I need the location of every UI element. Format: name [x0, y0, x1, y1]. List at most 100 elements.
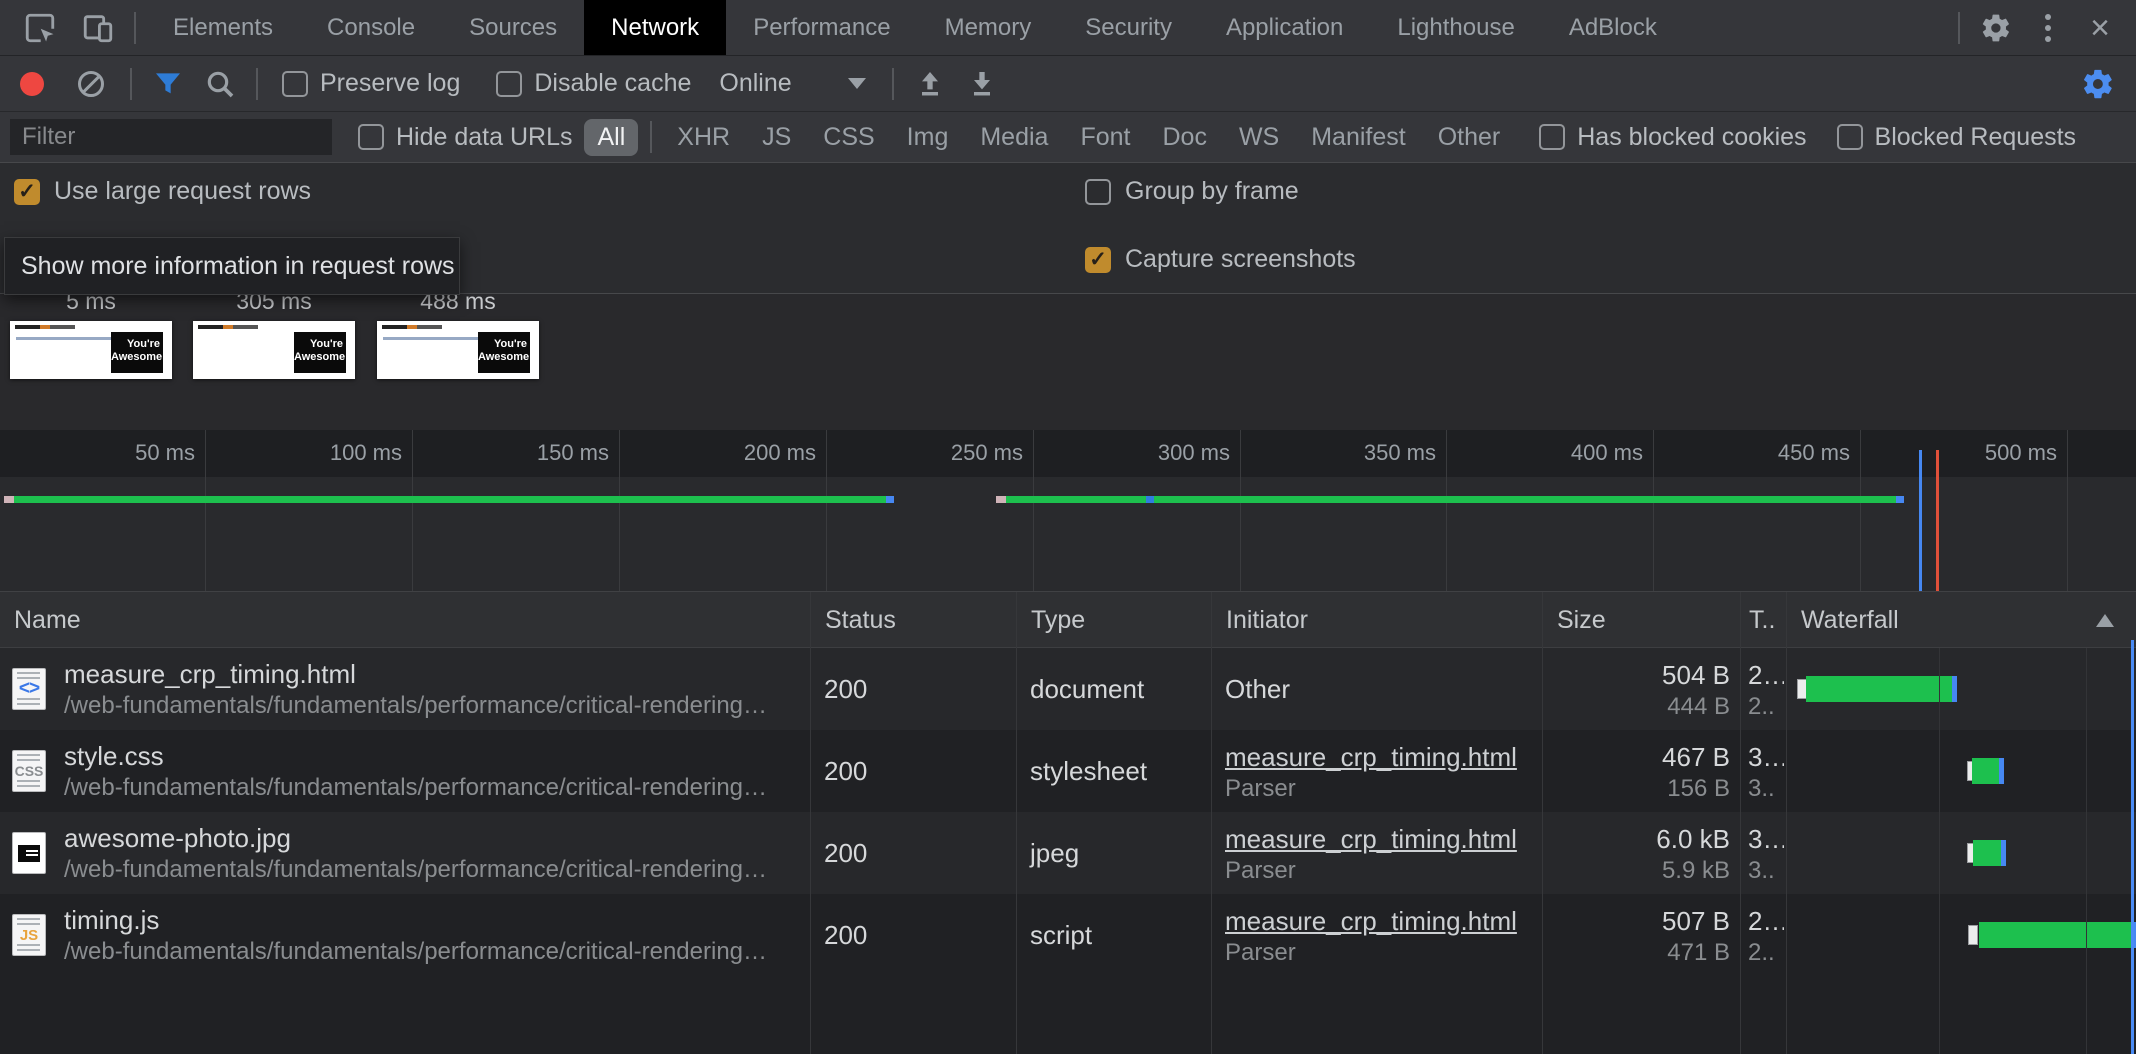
waterfall-gridline [2086, 648, 2087, 1054]
network-overview[interactable]: 50 ms100 ms150 ms200 ms250 ms300 ms350 m… [0, 430, 2136, 592]
resource-type-pill-manifest[interactable]: Manifest [1298, 119, 1418, 156]
request-name[interactable]: awesome-photo.jpg [64, 821, 767, 855]
use-large-request-rows-label: Use large request rows [54, 177, 311, 206]
frame-thumbnail[interactable]: You'reAwesome! [10, 321, 172, 379]
resource-type-pill-all[interactable]: All [584, 119, 638, 156]
tab-sources[interactable]: Sources [442, 0, 584, 55]
network-options-band: ✓ Use large request rows Group by frame … [0, 163, 2136, 294]
resource-type-pill-xhr[interactable]: XHR [664, 119, 743, 156]
status-cell: 200 [810, 812, 1016, 894]
name-cell[interactable]: JS timing.js /web-fundamentals/fundament… [0, 894, 810, 976]
use-large-request-rows-checkbox[interactable]: ✓ [14, 179, 40, 205]
thumbnail-text-line [383, 337, 487, 340]
initiator-cell: measure_crp_timing.html Parser [1211, 730, 1542, 812]
tab-memory[interactable]: Memory [918, 0, 1059, 55]
throttling-select[interactable]: Online [719, 69, 865, 98]
resource-type-pill-js[interactable]: JS [749, 119, 804, 156]
size-value: 6.0 kB [1542, 822, 1730, 856]
blocked-requests-checkbox[interactable] [1837, 124, 1863, 150]
table-row[interactable]: CSS style.css /web-fundamentals/fundamen… [0, 730, 2136, 812]
resource-type-pill-ws[interactable]: WS [1226, 119, 1292, 156]
network-conditions-gear-icon[interactable] [2072, 62, 2124, 106]
table-row[interactable]: <> measure_crp_timing.html /web-fundamen… [0, 648, 2136, 730]
tab-security[interactable]: Security [1058, 0, 1199, 55]
import-har-icon[interactable] [904, 62, 956, 106]
request-name[interactable]: timing.js [64, 903, 767, 937]
close-icon[interactable]: × [2074, 6, 2126, 50]
resource-type-pill-font[interactable]: Font [1067, 119, 1143, 156]
column-header-type[interactable]: Type [1016, 592, 1211, 648]
preserve-log-checkbox[interactable] [282, 71, 308, 97]
search-icon[interactable] [194, 62, 246, 106]
tab-elements[interactable]: Elements [146, 0, 300, 55]
settings-gear-icon[interactable] [1970, 6, 2022, 50]
css-glyph: CSS [15, 763, 44, 779]
request-name[interactable]: measure_crp_timing.html [64, 657, 767, 691]
has-blocked-cookies-checkbox[interactable] [1539, 124, 1565, 150]
filter-funnel-icon[interactable] [142, 62, 194, 106]
initiator-cell: measure_crp_timing.html Parser [1211, 894, 1542, 976]
column-header-initiator[interactable]: Initiator [1211, 592, 1542, 648]
capture-screenshots-checkbox[interactable]: ✓ [1085, 247, 1111, 273]
timeline-tick-label: 450 ms [1700, 440, 1850, 466]
export-har-icon[interactable] [956, 62, 1008, 106]
group-by-frame-checkbox[interactable] [1085, 179, 1111, 205]
record-button[interactable] [20, 72, 44, 96]
devtools-network-panel: ElementsConsoleSourcesNetworkPerformance… [0, 0, 2136, 1054]
initiator-link[interactable]: measure_crp_timing.html [1225, 904, 1542, 938]
name-cell[interactable]: CSS style.css /web-fundamentals/fundamen… [0, 730, 810, 812]
column-header-waterfall[interactable]: Waterfall [1786, 592, 2136, 648]
resource-type-pill-css[interactable]: CSS [810, 119, 887, 156]
type-cell: document [1016, 648, 1211, 730]
resource-type-pill-media[interactable]: Media [967, 119, 1061, 156]
tab-console[interactable]: Console [300, 0, 442, 55]
hide-data-urls-checkbox[interactable] [358, 124, 384, 150]
frame-thumbnail[interactable]: You'reAwesome! [377, 321, 539, 379]
tooltip-text: Show more information in request rows [21, 252, 455, 281]
throttling-value: Online [719, 69, 791, 98]
overview-bar-blue-tip [1896, 496, 1904, 503]
tab-adblock[interactable]: AdBlock [1542, 0, 1684, 55]
size-sub-value: 471 B [1542, 938, 1730, 968]
name-cell[interactable]: awesome-photo.jpg /web-fundamentals/fund… [0, 812, 810, 894]
initiator-link[interactable]: measure_crp_timing.html [1225, 740, 1542, 774]
file-icon-document: <> [12, 668, 46, 710]
status-cell: 200 [810, 894, 1016, 976]
tab-lighthouse[interactable]: Lighthouse [1370, 0, 1541, 55]
toggle-device-toolbar-icon[interactable] [72, 6, 124, 50]
inspect-element-icon[interactable] [14, 6, 66, 50]
overview-bar-waiting-cap [4, 496, 14, 503]
tab-application[interactable]: Application [1199, 0, 1370, 55]
waterfall-bar[interactable] [1806, 676, 1952, 702]
timeline-gridline [205, 430, 206, 592]
column-header-name[interactable]: Name [0, 592, 810, 648]
time-sub-value: 2.. [1748, 692, 1784, 722]
initiator-link[interactable]: measure_crp_timing.html [1225, 822, 1542, 856]
clear-button[interactable] [78, 71, 104, 97]
tab-network[interactable]: Network [584, 0, 726, 55]
tab-performance[interactable]: Performance [726, 0, 917, 55]
disable-cache-checkbox[interactable] [496, 71, 522, 97]
waterfall-bar[interactable] [1972, 758, 1999, 784]
column-header-status[interactable]: Status [810, 592, 1016, 648]
file-icon-css: CSS [12, 750, 46, 792]
column-header-size[interactable]: Size [1542, 592, 1740, 648]
resource-type-pill-other[interactable]: Other [1425, 119, 1514, 156]
frame-thumbnail[interactable]: You'reAwesome! [193, 321, 355, 379]
table-row[interactable]: JS timing.js /web-fundamentals/fundament… [0, 894, 2136, 976]
waterfall-bar[interactable] [1973, 840, 2001, 866]
table-row[interactable]: awesome-photo.jpg /web-fundamentals/fund… [0, 812, 2136, 894]
name-cell[interactable]: <> measure_crp_timing.html /web-fundamen… [0, 648, 810, 730]
filter-input[interactable] [10, 119, 332, 155]
type-cell: jpeg [1016, 812, 1211, 894]
waterfall-bar[interactable] [1979, 922, 2131, 948]
kebab-menu-icon[interactable] [2022, 6, 2074, 50]
timeline-gridline [1240, 430, 1241, 592]
load-marker [1936, 450, 1939, 592]
resource-type-pill-doc[interactable]: Doc [1149, 119, 1219, 156]
resource-type-pill-img[interactable]: Img [894, 119, 962, 156]
waterfall-cell [1786, 648, 2136, 730]
initiator-cell: measure_crp_timing.html Parser [1211, 812, 1542, 894]
request-name[interactable]: style.css [64, 739, 767, 773]
column-header-time[interactable]: T.. [1740, 592, 1786, 648]
